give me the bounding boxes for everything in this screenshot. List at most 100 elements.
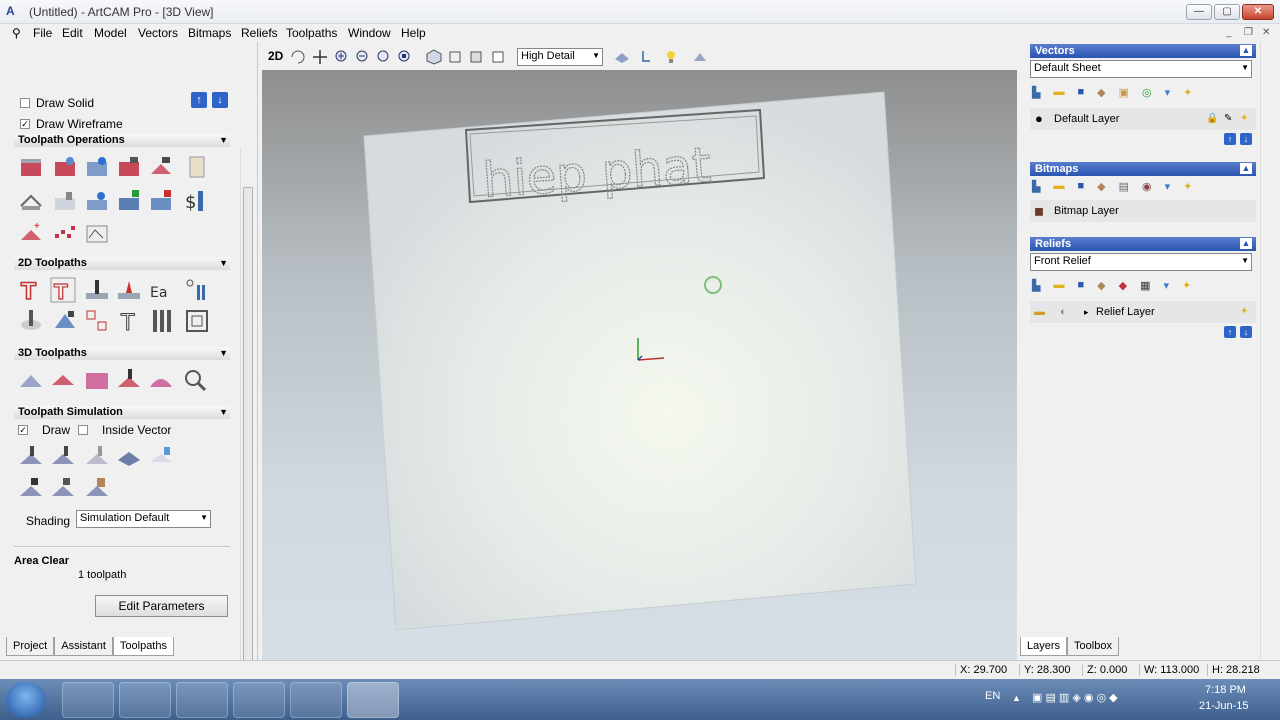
tray-app-icons[interactable]: ▣ ▤ ▥ ◈ ◉ ◎ ◆ bbox=[1032, 691, 1118, 704]
open-folder-icon[interactable]: ▬ bbox=[1053, 279, 1064, 295]
right-panel-scrollbar[interactable] bbox=[1260, 42, 1278, 660]
3d-pencil-icon[interactable] bbox=[148, 367, 174, 393]
toolpath-name[interactable]: Area Clear bbox=[14, 555, 69, 567]
paste-icon[interactable]: ▣ bbox=[1119, 86, 1129, 102]
material-icon[interactable] bbox=[692, 49, 708, 65]
bitmap-mask-icon[interactable]: ▤ bbox=[1119, 180, 1129, 196]
menu-model[interactable]: Model bbox=[94, 26, 127, 40]
layer-color-icon[interactable]: ● bbox=[1035, 108, 1043, 130]
new-bitmap-icon[interactable]: ▙ bbox=[1032, 180, 1040, 196]
mdi-minimize-button[interactable]: _ bbox=[1226, 27, 1232, 38]
menu-reliefs[interactable]: Reliefs bbox=[241, 26, 278, 40]
save-simulation-icon[interactable] bbox=[18, 476, 44, 502]
light-icon[interactable]: ✦ bbox=[1183, 86, 1192, 102]
area-clear-toolpath-icon[interactable]: T bbox=[50, 277, 76, 303]
save-icon[interactable]: ■ bbox=[1077, 86, 1084, 102]
tab-assistant[interactable]: Assistant bbox=[54, 637, 113, 656]
menu-toolpaths[interactable]: Toolpaths bbox=[286, 26, 337, 40]
detail-level-select[interactable]: High Detail ▼ bbox=[517, 48, 603, 66]
vectors-header[interactable]: Vectors ▲ bbox=[1030, 44, 1256, 58]
toolpath-op-icon[interactable] bbox=[116, 154, 142, 180]
3d-inspect-icon[interactable] bbox=[182, 367, 208, 393]
relief-calc-icon[interactable]: ▦ bbox=[1140, 279, 1150, 295]
draw-checkbox[interactable]: ✓ Draw bbox=[18, 423, 70, 437]
left-panel-scrollbar[interactable] bbox=[240, 147, 254, 677]
lightbulb-icon[interactable] bbox=[663, 49, 679, 65]
chrome-taskbar-icon[interactable] bbox=[233, 682, 285, 718]
toolpath-op-icon[interactable] bbox=[184, 154, 210, 180]
toolpath-op-icon[interactable] bbox=[148, 188, 174, 214]
2d-view-button[interactable]: 2D bbox=[268, 49, 283, 63]
toolpath-op-icon[interactable] bbox=[52, 220, 78, 246]
panel-toolpath-icon[interactable] bbox=[184, 308, 210, 334]
3d-view-canvas[interactable]: hiep phat bbox=[262, 70, 1017, 660]
close-button[interactable]: ✕ bbox=[1242, 4, 1274, 20]
toolpath-op-icon[interactable]: + bbox=[18, 220, 44, 246]
toolpath-operations-header[interactable]: Toolpath Operations ▼ bbox=[14, 134, 230, 147]
toolpath-op-icon[interactable] bbox=[52, 154, 78, 180]
collapse-arrow-icon[interactable]: ▼ bbox=[219, 406, 228, 419]
relief-layer-down-icon[interactable]: ↓ bbox=[1240, 326, 1252, 338]
visibility-bulb-icon[interactable]: ✦ bbox=[1240, 301, 1248, 323]
mdi-doc-icon[interactable]: ⚲ bbox=[12, 26, 21, 40]
simulate-block-icon[interactable] bbox=[50, 444, 76, 470]
toolpath-op-icon[interactable] bbox=[116, 188, 142, 214]
language-indicator[interactable]: EN bbox=[985, 690, 1000, 702]
vcarve-toolpath-icon[interactable]: Ea bbox=[148, 277, 174, 303]
relief-layer-up-icon[interactable]: ↑ bbox=[1224, 326, 1236, 338]
reset-simulation-icon[interactable] bbox=[148, 444, 174, 470]
new-relief-icon[interactable]: ▙ bbox=[1032, 279, 1040, 295]
visibility-bulb-icon[interactable]: ✦ bbox=[1240, 108, 1248, 130]
toolpath-op-icon[interactable] bbox=[84, 154, 110, 180]
merge-icon[interactable]: ◆ bbox=[1097, 86, 1105, 102]
front-view-icon[interactable] bbox=[447, 49, 463, 65]
simulate-relief-icon[interactable] bbox=[84, 444, 110, 470]
feature-machining-icon[interactable] bbox=[84, 308, 110, 334]
drilling-toolpath-icon[interactable] bbox=[84, 277, 110, 303]
zoom-out-icon[interactable] bbox=[355, 49, 371, 65]
artcam-taskbar-icon[interactable] bbox=[347, 682, 399, 718]
3d-rest-machining-icon[interactable] bbox=[116, 367, 142, 393]
toolpath-op-icon[interactable] bbox=[148, 154, 174, 180]
minimize-button[interactable]: — bbox=[1186, 4, 1212, 20]
draw-relief-icon[interactable] bbox=[614, 49, 630, 65]
drilling-holes-icon[interactable] bbox=[182, 277, 208, 303]
side-view-icon[interactable] bbox=[468, 49, 484, 65]
mdi-close-button[interactable]: ✕ bbox=[1262, 27, 1270, 38]
reliefs-header[interactable]: Reliefs ▲ bbox=[1030, 237, 1256, 251]
zoom-fit-icon[interactable] bbox=[397, 49, 413, 65]
toolpath-op-icon[interactable] bbox=[18, 188, 44, 214]
toolpath-simulation-header[interactable]: Toolpath Simulation ▼ bbox=[14, 406, 230, 419]
top-view-icon[interactable] bbox=[490, 49, 506, 65]
toolpath-op-icon[interactable] bbox=[84, 188, 110, 214]
toolpath-op-icon[interactable] bbox=[52, 188, 78, 214]
menu-bitmaps[interactable]: Bitmaps bbox=[188, 26, 231, 40]
layer-up-icon[interactable]: ↑ bbox=[1224, 133, 1236, 145]
2d-toolpaths-header[interactable]: 2D Toolpaths ▼ bbox=[14, 257, 230, 270]
pan-icon[interactable] bbox=[312, 49, 328, 65]
collapse-arrow-icon[interactable]: ▲ bbox=[1240, 45, 1252, 56]
3d-raster-icon[interactable] bbox=[84, 367, 110, 393]
simulate-toolpath-icon[interactable] bbox=[18, 444, 44, 470]
start-button[interactable] bbox=[6, 682, 46, 718]
vector-sheet-select[interactable]: Default Sheet ▼ bbox=[1030, 60, 1252, 78]
toolpath-op-icon[interactable] bbox=[18, 154, 44, 180]
relief-combine-icon[interactable]: ◆ bbox=[1119, 279, 1127, 295]
inside-vector-checkbox[interactable]: Inside Vector bbox=[78, 423, 171, 437]
shading-select[interactable]: Simulation Default ▼ bbox=[76, 510, 211, 528]
load-simulation-icon[interactable] bbox=[50, 476, 76, 502]
mdi-restore-button[interactable]: ❐ bbox=[1244, 27, 1253, 38]
machine-vector-icon[interactable] bbox=[116, 277, 142, 303]
tray-expand-icon[interactable]: ▲ bbox=[1012, 693, 1021, 703]
relief-layer-row[interactable]: ▬ ◐ ▸ Relief Layer ✦ bbox=[1030, 301, 1256, 323]
axis-icon[interactable] bbox=[635, 49, 651, 65]
3d-toolpaths-header[interactable]: 3D Toolpaths ▼ bbox=[14, 347, 230, 360]
menu-vectors[interactable]: Vectors bbox=[138, 26, 178, 40]
menu-help[interactable]: Help bbox=[401, 26, 426, 40]
collapse-arrow-icon[interactable]: ▼ bbox=[219, 134, 228, 147]
fluting-toolpath-icon[interactable] bbox=[150, 308, 176, 334]
bitmaps-header[interactable]: Bitmaps ▲ bbox=[1030, 162, 1256, 176]
merge-icon[interactable]: ◆ bbox=[1097, 279, 1105, 295]
3d-machine-relief-icon[interactable] bbox=[18, 367, 44, 393]
merge-icon[interactable]: ◆ bbox=[1097, 180, 1105, 196]
